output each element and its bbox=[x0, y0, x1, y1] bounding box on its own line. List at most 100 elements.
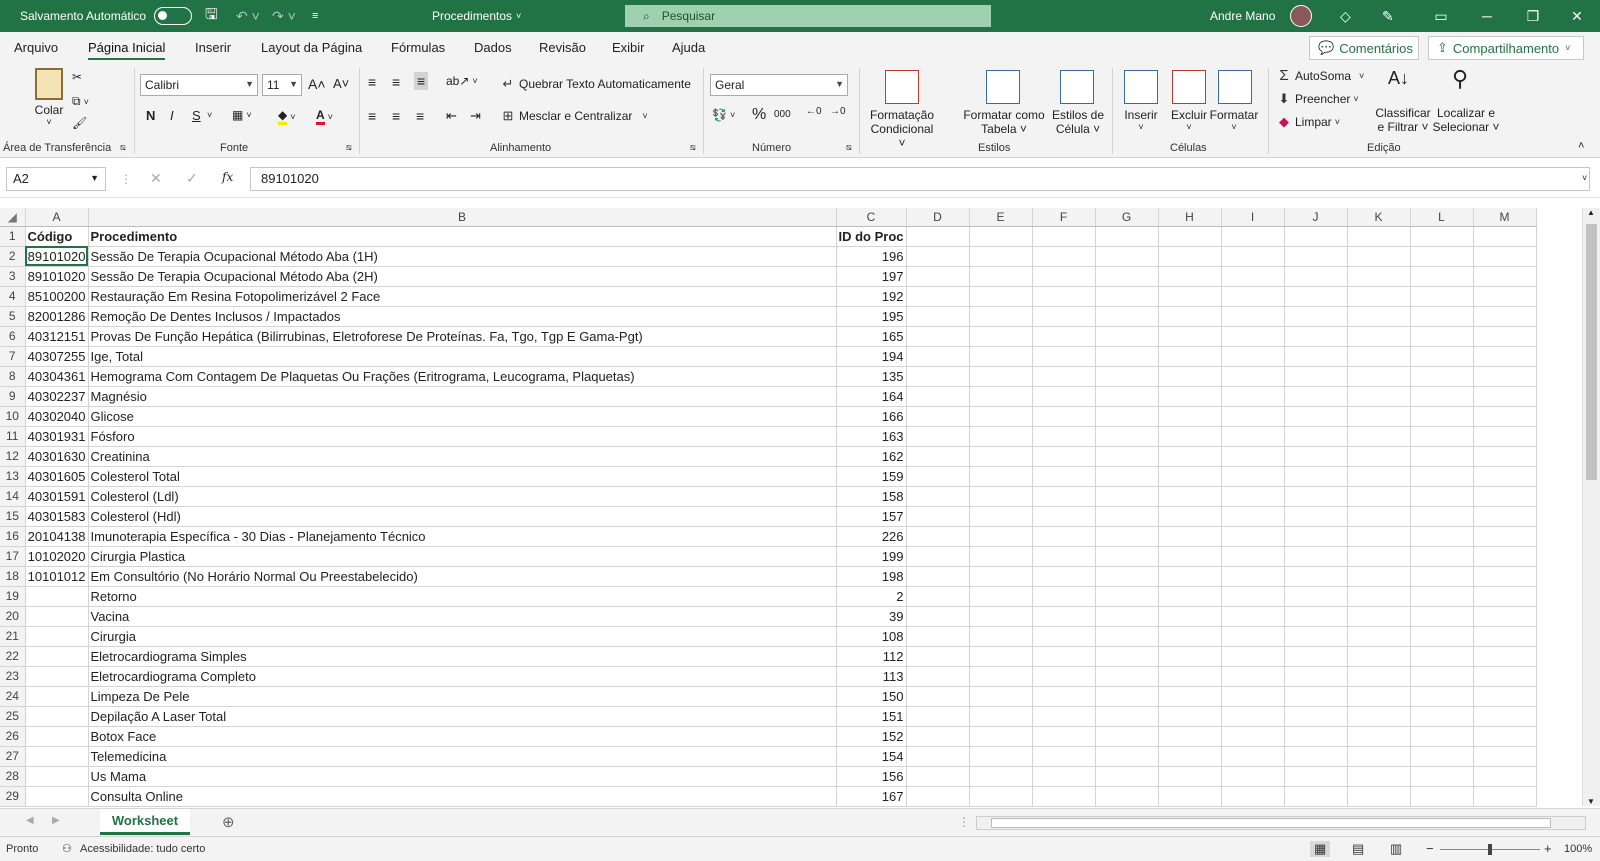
cell[interactable] bbox=[1221, 666, 1285, 687]
cell[interactable] bbox=[1095, 706, 1159, 727]
orientation-icon[interactable]: ab↗ ˅ bbox=[446, 74, 478, 88]
cell-procedimento[interactable]: Remoção De Dentes Inclusos / Impactados bbox=[88, 306, 837, 327]
cell[interactable] bbox=[1473, 526, 1537, 547]
cell[interactable] bbox=[969, 266, 1033, 287]
autosave-toggle[interactable] bbox=[154, 7, 193, 25]
decrease-indent-icon[interactable]: ⇤ bbox=[446, 108, 457, 124]
zoom-in-icon[interactable]: + bbox=[1544, 841, 1552, 856]
cell[interactable] bbox=[1284, 726, 1348, 747]
cell-codigo[interactable]: 40301630 bbox=[25, 446, 89, 467]
cell[interactable] bbox=[1347, 746, 1411, 767]
cell[interactable] bbox=[1347, 326, 1411, 347]
cell[interactable] bbox=[1032, 586, 1096, 607]
cell[interactable] bbox=[1410, 506, 1474, 527]
cell[interactable] bbox=[1032, 746, 1096, 767]
cell-id-proc[interactable]: 2 bbox=[836, 586, 907, 607]
cell[interactable] bbox=[1158, 366, 1222, 387]
cell-codigo[interactable] bbox=[25, 786, 89, 807]
diamond-icon[interactable]: ◇ bbox=[1340, 0, 1351, 32]
cell[interactable] bbox=[969, 766, 1033, 787]
cell[interactable] bbox=[906, 566, 970, 587]
cell[interactable] bbox=[969, 646, 1033, 667]
cell[interactable] bbox=[1347, 226, 1411, 247]
cell[interactable] bbox=[1284, 226, 1348, 247]
cell-id-proc[interactable]: 194 bbox=[836, 346, 907, 367]
cell-procedimento[interactable]: Vacina bbox=[88, 606, 837, 627]
cell[interactable] bbox=[1095, 466, 1159, 487]
cell-codigo[interactable]: 40301591 bbox=[25, 486, 89, 507]
cell-id-proc[interactable]: 108 bbox=[836, 626, 907, 647]
cell-procedimento[interactable]: Sessão De Terapia Ocupacional Método Aba… bbox=[88, 246, 837, 267]
find-select-button[interactable]: Localizar e Selecionar ˅ bbox=[1428, 106, 1504, 134]
cell[interactable] bbox=[1410, 686, 1474, 707]
cell[interactable] bbox=[1473, 666, 1537, 687]
cell-id-proc[interactable]: 195 bbox=[836, 306, 907, 327]
cell[interactable] bbox=[1410, 746, 1474, 767]
cell[interactable] bbox=[1095, 526, 1159, 547]
cell[interactable] bbox=[1347, 506, 1411, 527]
cell[interactable] bbox=[1221, 286, 1285, 307]
cell-id-proc[interactable]: 112 bbox=[836, 646, 907, 667]
cell-procedimento[interactable]: Sessão De Terapia Ocupacional Método Aba… bbox=[88, 266, 837, 287]
cell[interactable] bbox=[1158, 266, 1222, 287]
cell[interactable] bbox=[1284, 746, 1348, 767]
cell[interactable] bbox=[1032, 686, 1096, 707]
tab-inserir[interactable]: Inserir bbox=[195, 40, 231, 55]
cell[interactable] bbox=[1158, 746, 1222, 767]
cell-procedimento[interactable]: Glicose bbox=[88, 406, 837, 427]
cell-procedimento[interactable]: Colesterol (Ldl) bbox=[88, 486, 837, 507]
cell[interactable] bbox=[1032, 426, 1096, 447]
row-header[interactable]: 2 bbox=[0, 246, 26, 267]
cell[interactable] bbox=[1347, 446, 1411, 467]
cell[interactable] bbox=[1410, 546, 1474, 567]
cell[interactable] bbox=[1473, 746, 1537, 767]
accessibility-icon[interactable]: ⚇ bbox=[62, 842, 72, 855]
cell[interactable] bbox=[1284, 646, 1348, 667]
zoom-thumb[interactable] bbox=[1488, 844, 1492, 855]
tab-formulas[interactable]: Fórmulas bbox=[391, 40, 445, 55]
cell[interactable] bbox=[1032, 326, 1096, 347]
cell[interactable] bbox=[1473, 286, 1537, 307]
cell[interactable] bbox=[906, 246, 970, 267]
cell[interactable] bbox=[1473, 246, 1537, 267]
cell[interactable] bbox=[1158, 386, 1222, 407]
cell-codigo[interactable]: 40301931 bbox=[25, 426, 89, 447]
row-header[interactable]: 11 bbox=[0, 426, 26, 447]
increase-decimal-icon[interactable]: ←0 bbox=[806, 106, 822, 117]
insert-function-button[interactable]: fx bbox=[222, 170, 233, 184]
cell[interactable] bbox=[1095, 546, 1159, 567]
cell[interactable] bbox=[906, 686, 970, 707]
cell[interactable] bbox=[1158, 586, 1222, 607]
cell[interactable] bbox=[1284, 406, 1348, 427]
cell[interactable] bbox=[906, 666, 970, 687]
grow-font-icon[interactable]: A˄ bbox=[308, 76, 326, 92]
pen-icon[interactable]: ✎ bbox=[1382, 0, 1394, 32]
decrease-decimal-icon[interactable]: →0 bbox=[830, 106, 846, 117]
cell-codigo[interactable]: 40307255 bbox=[25, 346, 89, 367]
cell[interactable] bbox=[906, 486, 970, 507]
cell-id-proc[interactable]: 154 bbox=[836, 746, 907, 767]
sheet-tab-worksheet[interactable]: Worksheet bbox=[100, 809, 190, 835]
row-header[interactable]: 25 bbox=[0, 706, 26, 727]
scroll-thumb[interactable] bbox=[1586, 224, 1597, 480]
cell[interactable] bbox=[1032, 646, 1096, 667]
restore-icon[interactable]: ❐ bbox=[1510, 0, 1556, 32]
normal-view-icon[interactable]: ▦ bbox=[1310, 841, 1331, 857]
row-header[interactable]: 7 bbox=[0, 346, 26, 367]
scroll-thumb[interactable] bbox=[991, 818, 1551, 828]
cell[interactable] bbox=[1032, 606, 1096, 627]
cell[interactable] bbox=[1347, 306, 1411, 327]
cell-codigo[interactable] bbox=[25, 606, 89, 627]
cell[interactable] bbox=[1158, 426, 1222, 447]
column-header-j[interactable]: J bbox=[1284, 208, 1348, 227]
cell[interactable] bbox=[1032, 706, 1096, 727]
column-header-e[interactable]: E bbox=[969, 208, 1033, 227]
cell[interactable] bbox=[906, 766, 970, 787]
cell-id-proc[interactable]: 166 bbox=[836, 406, 907, 427]
cell[interactable] bbox=[1095, 686, 1159, 707]
column-header-f[interactable]: F bbox=[1032, 208, 1096, 227]
enter-icon[interactable]: ✓ bbox=[186, 170, 198, 187]
cell-codigo[interactable] bbox=[25, 646, 89, 667]
italic-button[interactable]: I bbox=[170, 108, 174, 123]
cell[interactable] bbox=[1473, 326, 1537, 347]
